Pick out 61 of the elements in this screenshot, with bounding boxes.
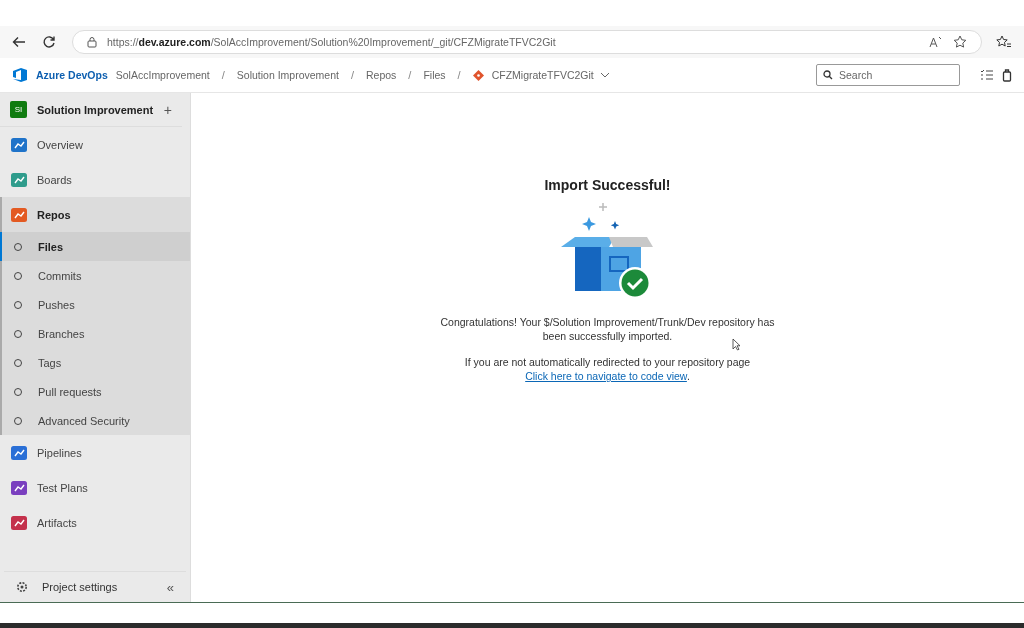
back-icon[interactable]: [12, 35, 26, 49]
search-icon: [823, 70, 833, 80]
nav-subitem[interactable]: Tags: [2, 348, 190, 377]
repo-selector[interactable]: CFZMigrateTFVC2Git: [491, 69, 610, 81]
service-icon: [10, 170, 28, 189]
breadcrumb-separator: /: [350, 69, 354, 81]
redirect-message: If you are not automatically redirected to your repository page Click here to navigate to code view.: [463, 355, 752, 383]
nav-item[interactable]: Artifacts: [0, 505, 190, 540]
service-icon: [10, 513, 28, 532]
breadcrumb-link[interactable]: Repos: [366, 69, 397, 81]
sub-item-icon: [12, 356, 24, 369]
address-bar[interactable]: https://dev.azure.com/SolAccImprovement/Solution%20Improvement/_git/CFZMigrateTFVC2Git: [72, 30, 982, 54]
nav-item[interactable]: Test Plans: [0, 470, 190, 505]
add-button[interactable]: +: [163, 101, 172, 118]
list-icon[interactable]: [980, 69, 994, 81]
lock-icon: [87, 36, 97, 48]
gear-icon: [16, 581, 28, 593]
service-icon: [10, 135, 28, 154]
project-name[interactable]: Solution Improvement: [37, 103, 154, 116]
nav-subitem[interactable]: Commits: [2, 261, 190, 290]
brand-link[interactable]: Azure DevOps: [36, 69, 108, 81]
nav-subitem[interactable]: Branches: [2, 319, 190, 348]
sub-item-icon: [12, 414, 24, 427]
success-message: Congratulations! Your $/Solution Improvement/Trunk/Dev repository has been successfully imported.: [439, 315, 776, 343]
breadcrumb-link[interactable]: SolAccImprovement: [115, 69, 210, 81]
project-settings-link[interactable]: Project settings: [42, 581, 118, 593]
service-icon: [10, 478, 28, 497]
devops-logo-icon[interactable]: [12, 67, 28, 83]
breadcrumb-separator: /: [457, 69, 461, 81]
code-view-link[interactable]: Click here to navigate to code view: [525, 370, 687, 382]
project-avatar: SI: [10, 101, 27, 118]
breadcrumb-link[interactable]: Files: [423, 69, 446, 81]
service-icon: [10, 205, 28, 224]
sub-item-icon: [12, 385, 24, 398]
search-field[interactable]: Search: [816, 64, 960, 86]
service-icon: [10, 443, 28, 462]
nav-item[interactable]: Pipelines: [0, 435, 190, 470]
collapse-button[interactable]: «: [166, 579, 174, 595]
star-icon[interactable]: [953, 35, 967, 49]
sub-item-icon: [12, 240, 24, 253]
nav-subitem[interactable]: Pushes: [2, 290, 190, 319]
url-text: https://dev.azure.com/SolAccImprovement/Solution%20Improvement/_git/CFZMigrateTFVC2Git: [107, 36, 556, 48]
nav-item[interactable]: Repos: [0, 197, 190, 232]
nav-subitem[interactable]: Files: [0, 232, 190, 261]
mouse-pointer-icon: [732, 338, 741, 351]
breadcrumb-separator: /: [408, 69, 412, 81]
nav-item[interactable]: Boards: [0, 162, 190, 197]
nav-subitem[interactable]: Advanced Security: [2, 406, 190, 435]
success-title: Import Successful!: [544, 177, 671, 193]
nav-subitem[interactable]: Pull requests: [2, 377, 190, 406]
favorites-icon[interactable]: [996, 35, 1012, 49]
sub-item-icon: [12, 298, 24, 311]
read-aloud-icon[interactable]: [929, 36, 943, 48]
nav-item[interactable]: Overview: [0, 127, 190, 162]
breadcrumb-link[interactable]: Solution Improvement: [236, 69, 339, 81]
refresh-icon[interactable]: [42, 35, 56, 49]
sub-item-icon: [12, 327, 24, 340]
chevron-down-icon: [599, 72, 610, 78]
git-icon: [472, 69, 484, 81]
sub-item-icon: [12, 269, 24, 282]
breadcrumb-separator: /: [221, 69, 225, 81]
